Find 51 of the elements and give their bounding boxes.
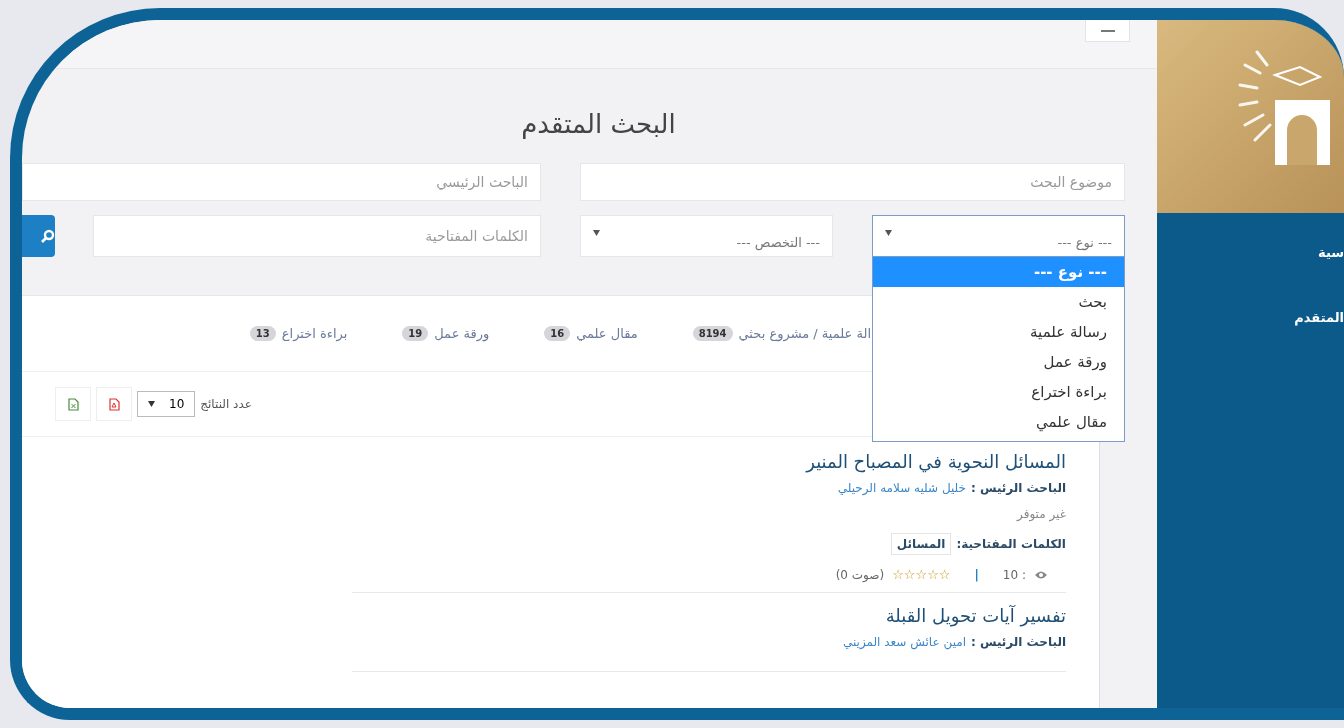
star-icon: ☆ bbox=[927, 567, 939, 582]
excel-file-icon bbox=[67, 397, 79, 411]
star-icon: ☆ bbox=[892, 567, 904, 582]
tab-label: براءة اختراع bbox=[281, 326, 348, 341]
sidebar-link[interactable]: سية bbox=[1157, 245, 1344, 260]
caret-icon bbox=[885, 230, 892, 236]
availability-text: غير متوفر bbox=[1015, 507, 1066, 521]
researcher-label: الباحث الرئيس : bbox=[971, 481, 1066, 495]
separator-text: | bbox=[974, 567, 979, 582]
page-size-select[interactable]: 10 bbox=[137, 391, 196, 417]
researcher-link[interactable]: خليل شليه سلامه الرحيلي bbox=[837, 481, 966, 495]
menu-button[interactable] bbox=[1085, 20, 1130, 42]
dropdown-option[interactable]: ورقة عمل bbox=[873, 347, 1124, 377]
count-badge: 13 bbox=[249, 326, 276, 341]
caret-icon bbox=[148, 401, 155, 407]
search-button[interactable] bbox=[22, 215, 55, 257]
excel-export-button[interactable] bbox=[55, 387, 91, 421]
star-icon: ☆ bbox=[915, 567, 928, 582]
eye-icon bbox=[1034, 569, 1048, 580]
search-topic-field[interactable]: موضوع البحث bbox=[580, 163, 1125, 201]
researcher-field[interactable]: الباحث الرئيسي bbox=[22, 163, 541, 201]
count-badge: 16 bbox=[544, 326, 571, 341]
dropdown-option[interactable]: مقال علمي bbox=[873, 407, 1124, 437]
sidebar-link[interactable]: المتقدم bbox=[1157, 310, 1344, 325]
caret-icon bbox=[593, 230, 600, 236]
count-badge: 8194 bbox=[692, 326, 733, 341]
tab-label: الة علمية / مشروع بحثي bbox=[738, 326, 871, 341]
view-count: 10 : bbox=[1002, 567, 1026, 582]
star-icon: ☆ bbox=[903, 567, 916, 582]
result-title-link[interactable]: المسائل النحوية في المصباح المنير bbox=[352, 451, 1066, 472]
specialization-select[interactable]: --- التخصص --- bbox=[580, 215, 833, 257]
page-title: البحث المتقدم bbox=[520, 109, 677, 139]
page-size-label: عدد النتائج bbox=[200, 397, 252, 411]
result-title-link[interactable]: تفسير آيات تحويل القبلة bbox=[352, 605, 1066, 626]
search-icon bbox=[41, 229, 55, 243]
dropdown-option[interactable]: رسالة علمية bbox=[873, 317, 1124, 347]
keywords-field[interactable]: الكلمات المفتاحية bbox=[93, 215, 541, 257]
keywords-label: الكلمات المفتاحية: bbox=[956, 537, 1066, 551]
pdf-export-button[interactable] bbox=[96, 387, 132, 421]
researcher-link[interactable]: امين عائش سعد المزيني bbox=[842, 635, 966, 649]
star-icon: ☆ bbox=[938, 567, 951, 582]
researcher-label: الباحث الرئيس : bbox=[971, 635, 1066, 649]
keyword-tag[interactable]: المسائل bbox=[890, 533, 952, 555]
tab-label: مقال علمي bbox=[576, 326, 638, 341]
tab-label: ورقة عمل bbox=[434, 326, 490, 341]
pdf-file-icon bbox=[108, 397, 120, 411]
type-select[interactable]: --- نوع --- bbox=[872, 215, 1125, 257]
dropdown-option[interactable]: بحث bbox=[873, 287, 1124, 317]
dropdown-option[interactable]: براءة اختراع bbox=[873, 377, 1124, 407]
count-badge: 19 bbox=[402, 326, 429, 341]
vote-count: (0 صوت) bbox=[835, 567, 885, 582]
